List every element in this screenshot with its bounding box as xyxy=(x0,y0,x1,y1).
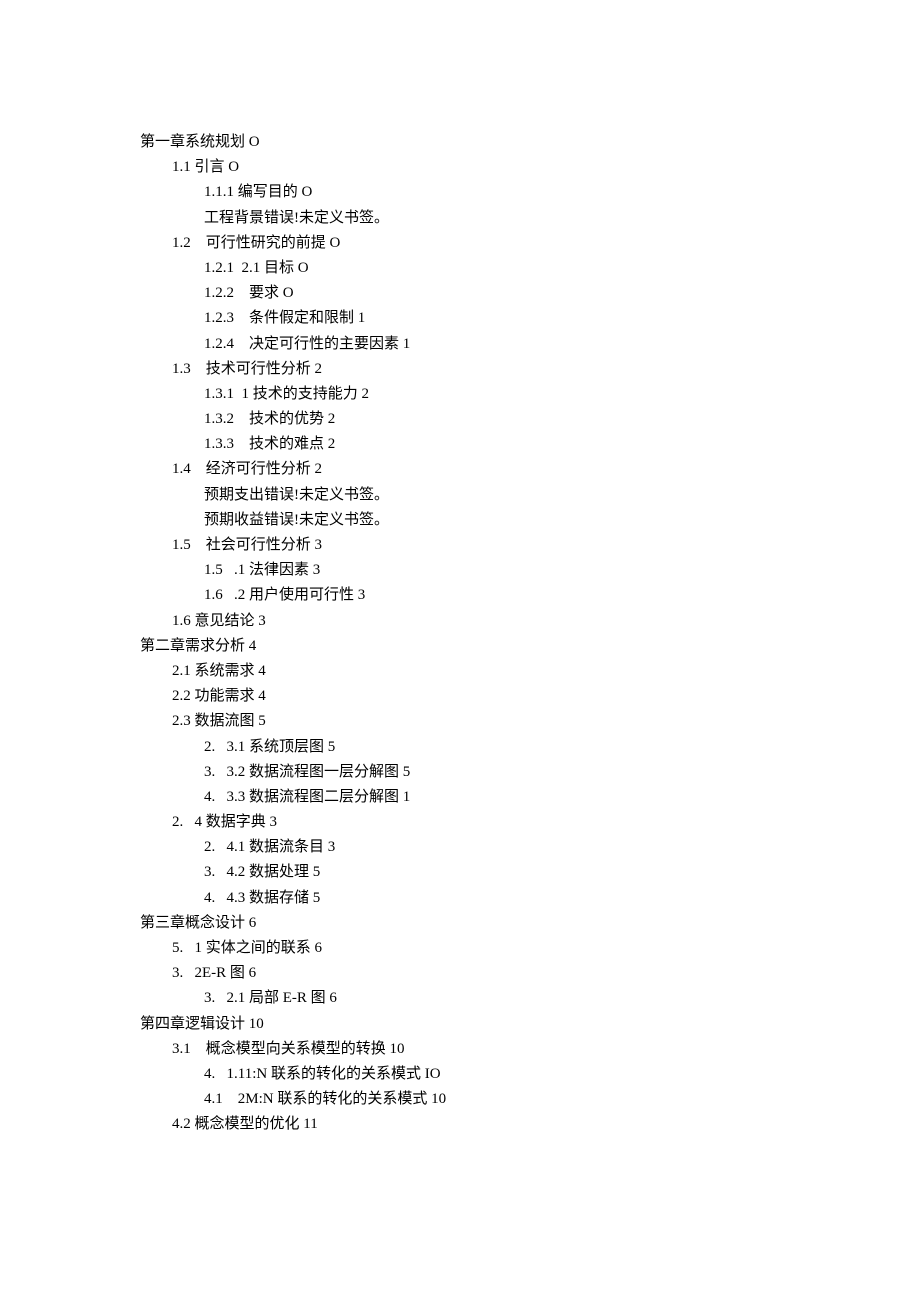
toc-entry: 5. 1 实体之间的联系 6 xyxy=(172,936,920,961)
toc-entry: 工程背景错误!未定义书签。 xyxy=(204,206,920,231)
toc-entry: 1.2.1 2.1 目标 O xyxy=(204,256,920,281)
toc-entry: 4.1 2M:N 联系的转化的关系模式 10 xyxy=(204,1087,920,1112)
toc-entry: 2.1 系统需求 4 xyxy=(172,659,920,684)
toc-entry: 第二章需求分析 4 xyxy=(140,634,920,659)
toc-entry: 1.2.3 条件假定和限制 1 xyxy=(204,306,920,331)
toc-entry: 2.2 功能需求 4 xyxy=(172,684,920,709)
toc-entry: 1.6 .2 用户使用可行性 3 xyxy=(204,583,920,608)
toc-entry: 第一章系统规划 O xyxy=(140,130,920,155)
toc-entry: 4.2 概念模型的优化 11 xyxy=(172,1112,920,1137)
toc-entry: 1.2.4 决定可行性的主要因素 1 xyxy=(204,332,920,357)
toc-entry: 预期支出错误!未定义书签。 xyxy=(204,483,920,508)
toc-entry: 第四章逻辑设计 10 xyxy=(140,1012,920,1037)
toc-entry: 1.5 .1 法律因素 3 xyxy=(204,558,920,583)
toc-entry: 2. 3.1 系统顶层图 5 xyxy=(204,735,920,760)
toc-entry: 4. 3.3 数据流程图二层分解图 1 xyxy=(204,785,920,810)
toc-entry: 1.6 意见结论 3 xyxy=(172,609,920,634)
document-page: 第一章系统规划 O1.1 引言 O1.1.1 编写目的 O工程背景错误!未定义书… xyxy=(0,0,920,1301)
toc-entry: 4. 1.11:N 联系的转化的关系模式 IO xyxy=(204,1062,920,1087)
toc-entry: 1.3.3 技术的难点 2 xyxy=(204,432,920,457)
toc-entry: 2.3 数据流图 5 xyxy=(172,709,920,734)
toc-entry: 1.2 可行性研究的前提 O xyxy=(172,231,920,256)
toc-entry: 1.4 经济可行性分析 2 xyxy=(172,457,920,482)
table-of-contents: 第一章系统规划 O1.1 引言 O1.1.1 编写目的 O工程背景错误!未定义书… xyxy=(140,130,920,1138)
toc-entry: 3. 2.1 局部 E-R 图 6 xyxy=(204,986,920,1011)
toc-entry: 3.1 概念模型向关系模型的转换 10 xyxy=(172,1037,920,1062)
toc-entry: 1.1.1 编写目的 O xyxy=(204,180,920,205)
toc-entry: 1.3.2 技术的优势 2 xyxy=(204,407,920,432)
toc-entry: 3. 4.2 数据处理 5 xyxy=(204,860,920,885)
toc-entry: 1.3 技术可行性分析 2 xyxy=(172,357,920,382)
toc-entry: 1.5 社会可行性分析 3 xyxy=(172,533,920,558)
toc-entry: 1.2.2 要求 O xyxy=(204,281,920,306)
toc-entry: 1.1 引言 O xyxy=(172,155,920,180)
toc-entry: 1.3.1 1 技术的支持能力 2 xyxy=(204,382,920,407)
toc-entry: 预期收益错误!未定义书签。 xyxy=(204,508,920,533)
toc-entry: 4. 4.3 数据存储 5 xyxy=(204,886,920,911)
toc-entry: 2. 4 数据字典 3 xyxy=(172,810,920,835)
toc-entry: 2. 4.1 数据流条目 3 xyxy=(204,835,920,860)
toc-entry: 第三章概念设计 6 xyxy=(140,911,920,936)
toc-entry: 3. 3.2 数据流程图一层分解图 5 xyxy=(204,760,920,785)
toc-entry: 3. 2E-R 图 6 xyxy=(172,961,920,986)
